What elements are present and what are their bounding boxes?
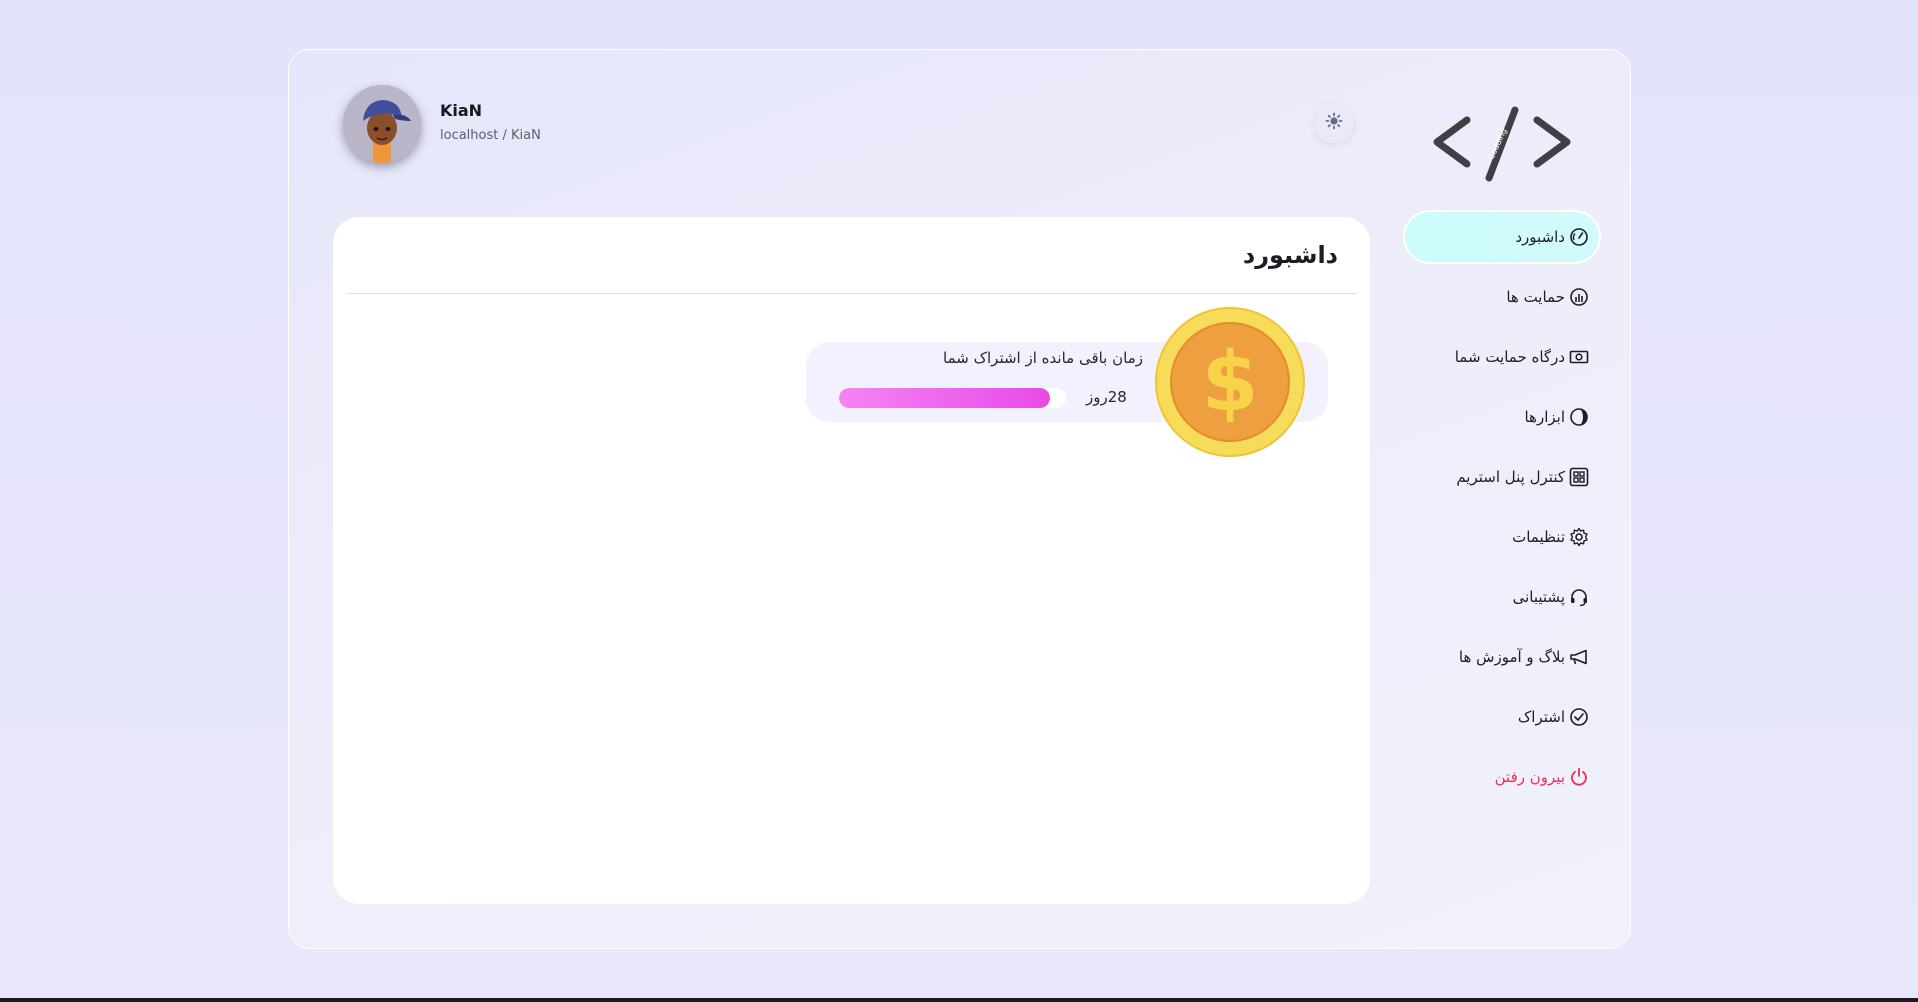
sidebar-item-label: حمایت ها xyxy=(1506,288,1565,306)
sidebar-item-support[interactable]: پشتیبانی xyxy=(1405,572,1599,622)
sidebar-item-blog[interactable]: بلاگ و آموزش ها xyxy=(1405,632,1599,682)
page-title: داشبورد xyxy=(1242,241,1338,269)
subscription-progress xyxy=(839,388,1066,408)
sun-icon xyxy=(1325,112,1343,134)
sidebar-item-label: بیرون رفتن xyxy=(1494,768,1565,786)
user-name: KiaN xyxy=(440,101,483,120)
speedometer-icon xyxy=(1569,227,1589,247)
headset-icon xyxy=(1569,587,1589,607)
sidebar-item-label: کنترل پنل استریم xyxy=(1456,468,1565,486)
check-circle-icon xyxy=(1569,707,1589,727)
divider xyxy=(346,293,1357,294)
sidebar-item-settings[interactable]: تنظیمات xyxy=(1405,512,1599,562)
theme-toggle-button[interactable] xyxy=(1314,103,1354,143)
gear-icon xyxy=(1569,527,1589,547)
coin-icon: $ xyxy=(1154,306,1306,458)
sidebar-item-label: داشبورد xyxy=(1515,228,1565,246)
megaphone-icon xyxy=(1569,647,1589,667)
sidebar-item-subscription[interactable]: اشتراک xyxy=(1405,692,1599,742)
svg-text:$: $ xyxy=(1201,335,1258,430)
breadcrumb: localhost / KiaN xyxy=(440,128,541,143)
sidebar-item-label: اشتراک xyxy=(1517,708,1565,726)
chart-icon xyxy=(1569,287,1589,307)
sidebar-item-label: درگاه حمایت شما xyxy=(1454,348,1565,366)
subscription-title: زمان باقی مانده از اشتراک شما xyxy=(943,349,1143,367)
sidebar-item-tools[interactable]: ابزارها xyxy=(1405,392,1599,442)
sidebar-item-logout[interactable]: بیرون رفتن xyxy=(1405,752,1599,802)
sidebar-item-label: تنظیمات xyxy=(1512,528,1565,546)
subscription-days: 28روز xyxy=(1086,388,1127,406)
sidebar-item-label: پشتیبانی xyxy=(1512,588,1565,606)
avatar[interactable] xyxy=(343,85,421,163)
sidebar-item-stream-panel[interactable]: کنترل پنل استریم xyxy=(1405,452,1599,502)
power-icon xyxy=(1569,767,1589,787)
grid-icon xyxy=(1569,467,1589,487)
sidebar-item-label: ابزارها xyxy=(1524,408,1565,426)
window-bottom-edge xyxy=(0,998,1918,1002)
sidebar-item-donations[interactable]: حمایت ها xyxy=(1405,272,1599,322)
cash-icon xyxy=(1569,347,1589,367)
sidebar-item-dashboard[interactable]: داشبورد xyxy=(1405,212,1599,262)
sidebar-nav: داشبورد حمایت ها درگاه حمایت شما ابزارها… xyxy=(1405,212,1599,812)
subscription-progress-fill xyxy=(839,388,1051,408)
dashboard-card: داشبورد زمان باقی مانده از اشتراک شما 28… xyxy=(333,217,1370,904)
tools-icon xyxy=(1569,407,1589,427)
brand-logo[interactable]: Codding xyxy=(1427,100,1577,190)
sidebar-item-label: بلاگ و آموزش ها xyxy=(1458,648,1565,666)
sidebar-item-payment-gateway[interactable]: درگاه حمایت شما xyxy=(1405,332,1599,382)
